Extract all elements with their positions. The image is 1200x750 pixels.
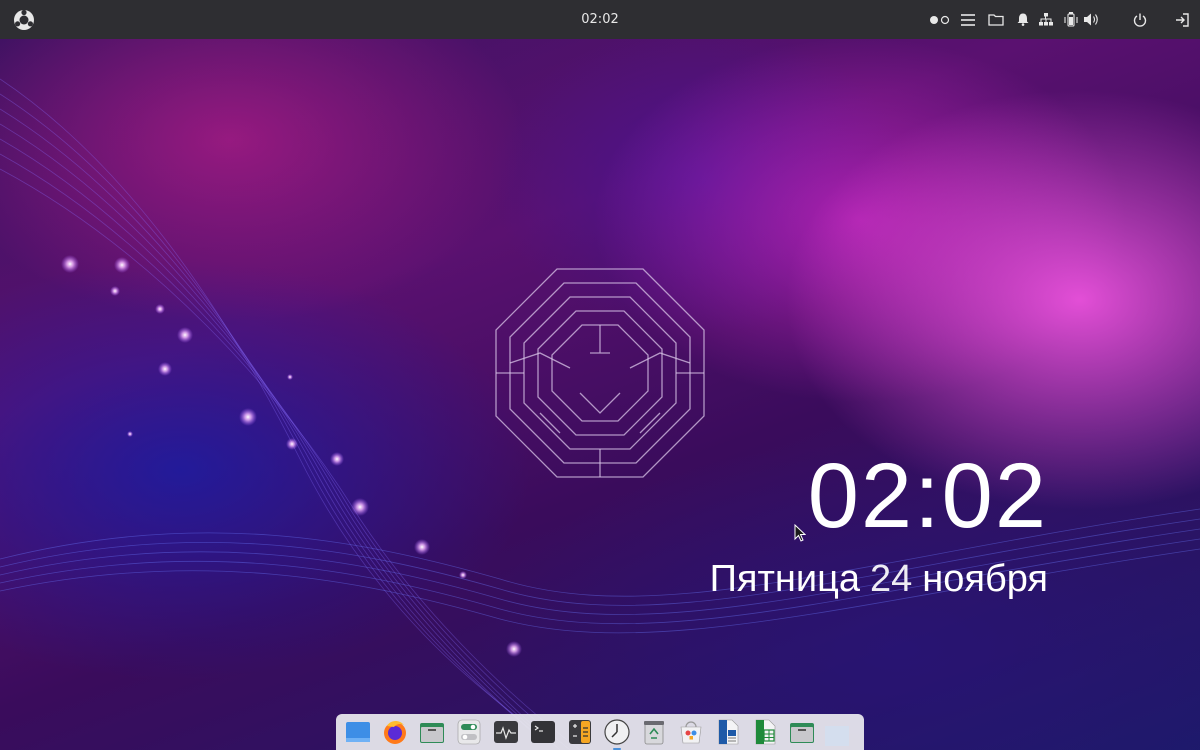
ubuntu-unity-logo-icon[interactable] bbox=[10, 0, 38, 39]
folder-icon[interactable] bbox=[986, 0, 1006, 39]
software-store-icon bbox=[680, 721, 702, 744]
writer-document-icon bbox=[718, 719, 739, 745]
dock-item-trash[interactable] bbox=[638, 716, 670, 748]
show-desktop-icon bbox=[346, 722, 370, 742]
desktop-month: ноября bbox=[922, 558, 1048, 600]
dock-item-software-store[interactable] bbox=[675, 716, 707, 748]
system-monitor-icon bbox=[494, 721, 518, 743]
volume-icon[interactable] bbox=[1082, 0, 1102, 39]
settings-toggle-icon bbox=[457, 719, 481, 745]
desktop-day: 24 bbox=[869, 558, 913, 600]
top-panel-clock[interactable]: 02:02 bbox=[560, 0, 640, 39]
wallpaper-art bbox=[0, 78, 1200, 750]
terminal-icon bbox=[531, 721, 555, 743]
dock bbox=[336, 714, 864, 750]
menu-lines-icon[interactable] bbox=[958, 0, 978, 39]
dock-item-file-manager[interactable] bbox=[786, 716, 818, 748]
dock-item-spreadsheet[interactable] bbox=[749, 716, 781, 748]
file-manager-icon bbox=[790, 723, 814, 743]
mouse-cursor-icon bbox=[794, 524, 806, 542]
logout-icon[interactable] bbox=[1172, 0, 1192, 39]
spreadsheet-icon bbox=[755, 719, 776, 745]
bell-icon[interactable] bbox=[1013, 0, 1033, 39]
dock-item-firefox[interactable] bbox=[379, 716, 411, 748]
clock-icon bbox=[604, 719, 630, 745]
workspace-indicator-icon[interactable] bbox=[928, 0, 952, 39]
dock-item-show-desktop[interactable] bbox=[342, 716, 374, 748]
network-icon[interactable] bbox=[1036, 0, 1056, 39]
desktop-clock: 02:02 bbox=[807, 445, 1048, 547]
dock-item-writer[interactable] bbox=[712, 716, 744, 748]
calculator-icon bbox=[569, 720, 591, 744]
top-panel: 02:02 bbox=[0, 0, 1200, 39]
dock-item-clock[interactable] bbox=[601, 716, 633, 750]
dock-item-terminal[interactable] bbox=[527, 716, 559, 748]
power-icon[interactable] bbox=[1130, 0, 1150, 39]
dock-item-system-monitor[interactable] bbox=[490, 716, 522, 748]
desktop: 02:02 02:02 Пятница 24 ноября bbox=[0, 0, 1200, 750]
desktop-date: Пятница 24 ноября bbox=[710, 558, 1048, 601]
files-icon bbox=[420, 723, 444, 743]
desktop-weekday: Пятница bbox=[709, 558, 860, 600]
battery-icon[interactable] bbox=[1062, 0, 1080, 39]
dock-item-calculator[interactable] bbox=[564, 716, 596, 748]
dock-item-files[interactable] bbox=[416, 716, 448, 748]
firefox-icon bbox=[384, 720, 406, 744]
dock-item-settings[interactable] bbox=[453, 716, 485, 748]
dock-item-empty-slot bbox=[823, 716, 851, 748]
trash-recycle-icon bbox=[644, 721, 664, 745]
blank-window-icon bbox=[825, 726, 849, 746]
